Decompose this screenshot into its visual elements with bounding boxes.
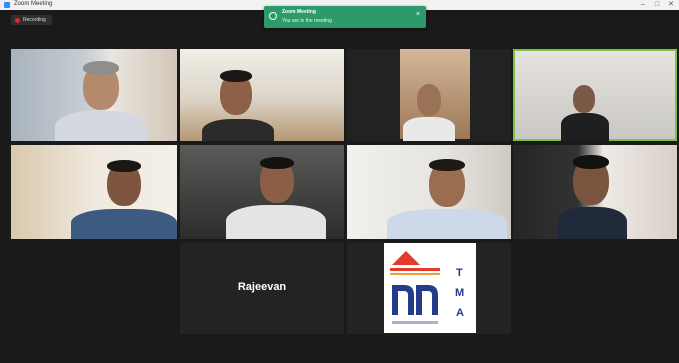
- logo-letter-m: M: [455, 287, 465, 299]
- notification-toast[interactable]: Zoom Meeting You are in the meeting ×: [264, 6, 426, 28]
- participant-tile[interactable]: [347, 145, 511, 239]
- minimize-button[interactable]: –: [636, 0, 650, 10]
- participant-tile[interactable]: [11, 49, 177, 141]
- info-icon: [269, 12, 277, 20]
- logo-letter-t: T: [456, 267, 463, 279]
- record-dot-icon: [15, 17, 20, 23]
- close-icon[interactable]: ×: [416, 11, 420, 18]
- participant-tile-active-speaker[interactable]: [513, 49, 677, 141]
- organization-logo: T M A: [384, 243, 476, 333]
- participant-tile[interactable]: [513, 145, 677, 239]
- participant-tile[interactable]: [347, 49, 511, 141]
- logo-letter-a: A: [456, 307, 464, 319]
- zoom-app-icon: [4, 2, 10, 8]
- participant-display-name: Rajeevan: [237, 281, 287, 293]
- participant-tile[interactable]: T M A: [347, 243, 511, 334]
- toast-message: You are in the meeting: [282, 18, 332, 24]
- maximize-button[interactable]: □: [650, 0, 664, 10]
- participant-tile-video-off[interactable]: Rajeevan: [180, 243, 344, 334]
- participant-tile[interactable]: [11, 145, 177, 239]
- recording-label: Recording: [23, 17, 46, 23]
- recording-indicator[interactable]: Recording: [11, 15, 52, 25]
- toast-title: Zoom Meeting: [282, 9, 316, 15]
- video-gallery: Rajeevan T M A: [0, 10, 679, 363]
- participant-tile[interactable]: [180, 49, 344, 141]
- participant-tile[interactable]: [180, 145, 344, 239]
- window-title: Zoom Meeting: [14, 1, 53, 7]
- close-window-button[interactable]: ✕: [664, 0, 678, 10]
